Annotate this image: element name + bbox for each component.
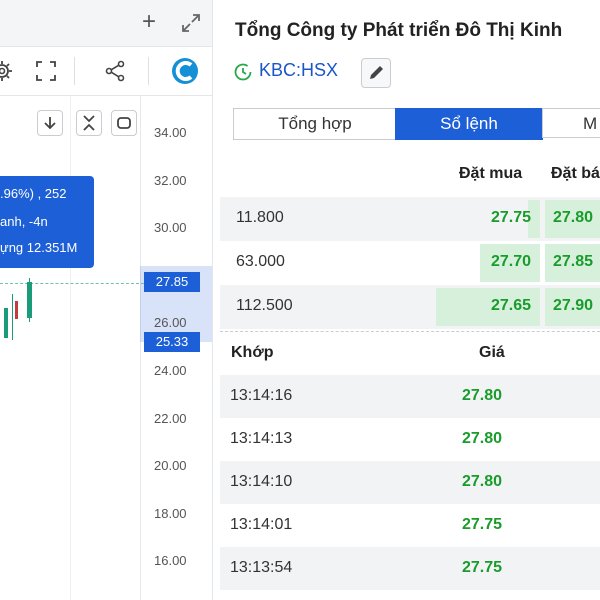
order-volume: 11.800 [236,209,284,226]
candle-wick [29,278,30,322]
arrow-down-icon[interactable] [37,110,63,136]
gear-icon[interactable] [0,59,14,83]
bid-price: 27.65 [490,297,531,314]
trade-price: 27.75 [462,516,503,533]
trade-time: 13:14:16 [230,387,293,404]
y-tick: 26.00 [154,315,187,330]
section-divider [220,331,600,332]
company-name: Tổng Công ty Phát triển Đô Thị Kinh [235,20,563,41]
trade-time: 13:14:13 [230,430,293,447]
plus-icon[interactable]: + [142,10,156,34]
tab-tong-hop[interactable]: Tổng hợp [233,108,397,140]
fullscreen-icon[interactable] [34,59,58,83]
stock-detail-panel: Tổng Công ty Phát triển Đô Thị Kinh KBC:… [220,0,600,600]
y-tick: 30.00 [154,220,187,235]
y-tick: 24.00 [154,363,187,378]
ticker-symbol[interactable]: KBC:HSX [259,60,338,81]
order-volume: 112.500 [236,297,293,314]
y-tick: 20.00 [154,458,187,473]
y-tick: 34.00 [154,125,187,140]
trade-time: 13:14:01 [230,516,293,533]
ask-price: 27.85 [553,253,594,270]
pencil-icon [370,66,383,79]
matched-time-header: Khớp [231,344,274,361]
trade-time: 13:14:10 [230,473,293,490]
ask-price: 27.80 [553,209,594,226]
trade-time: 13:13:54 [230,559,293,576]
bid-header: Đặt mua [459,165,523,182]
expand-icon[interactable] [180,12,202,34]
price-chart[interactable]: 34.00 32.00 30.00 26.00 24.00 22.00 20.0… [0,96,212,600]
matched-price-header: Giá [479,344,505,361]
trade-row[interactable]: 13:14:13 27.80 [220,418,600,461]
bid-price: 27.75 [490,209,531,226]
trade-price: 27.80 [462,473,503,490]
orderbook-row[interactable]: 11.800 27.75 27.80 [220,197,600,241]
orderbook-row[interactable]: 63.000 27.70 27.85 [220,241,600,285]
share-icon[interactable] [103,59,127,83]
ask-price: 27.90 [553,297,594,314]
current-price-tag: 27.85 [144,272,200,292]
trade-row[interactable]: 13:14:01 27.75 [220,504,600,547]
trade-row[interactable]: 13:14:16 27.80 [220,375,600,418]
candle-wick [12,294,13,340]
y-axis-separator [140,96,141,600]
toolbar-divider [74,57,75,85]
order-volume: 63.000 [236,253,285,270]
chart-tooltip: .96%) , 252 anh, -4n ựng 12.351M [0,176,94,268]
tooltip-line: ựng 12.351M [0,240,78,255]
orderbook-row[interactable]: 112.500 27.65 27.90 [220,285,600,329]
marker-price-tag: 25.33 [144,332,200,352]
candle [15,301,18,319]
tab-so-lenh[interactable]: Sổ lệnh [395,108,543,140]
candle [4,308,8,338]
trade-row[interactable]: 13:13:54 27.75 [220,547,600,590]
edit-button[interactable] [361,58,391,88]
chart-panel: + 34.00 32.00 30.00 26.00 24.00 22.00 20… [0,0,213,600]
grid-line [70,96,71,600]
reset-icon[interactable] [111,110,137,136]
tooltip-line: .96%) , 252 [0,186,67,201]
trade-price: 27.80 [462,430,503,447]
collapse-icon[interactable] [76,110,102,136]
tab-bar: Tổng hợp Sổ lệnh M [233,108,600,140]
toolbar-divider [148,57,149,85]
bid-price: 27.70 [490,253,531,270]
logo-icon [172,58,198,84]
clock-icon [234,63,252,81]
chart-toolbar [0,47,212,96]
ask-header: Đặt bá [551,165,600,182]
tooltip-line: anh, -4n [0,214,48,229]
y-tick: 16.00 [154,553,187,568]
trade-row[interactable]: 13:14:10 27.80 [220,461,600,504]
y-tick: 32.00 [154,173,187,188]
trade-price: 27.80 [462,387,503,404]
y-tick: 18.00 [154,506,187,521]
tab-more[interactable]: M [542,108,600,138]
y-tick: 22.00 [154,411,187,426]
trade-price: 27.75 [462,559,503,576]
current-price-line [0,283,144,284]
chart-top-strip: + [0,0,212,47]
